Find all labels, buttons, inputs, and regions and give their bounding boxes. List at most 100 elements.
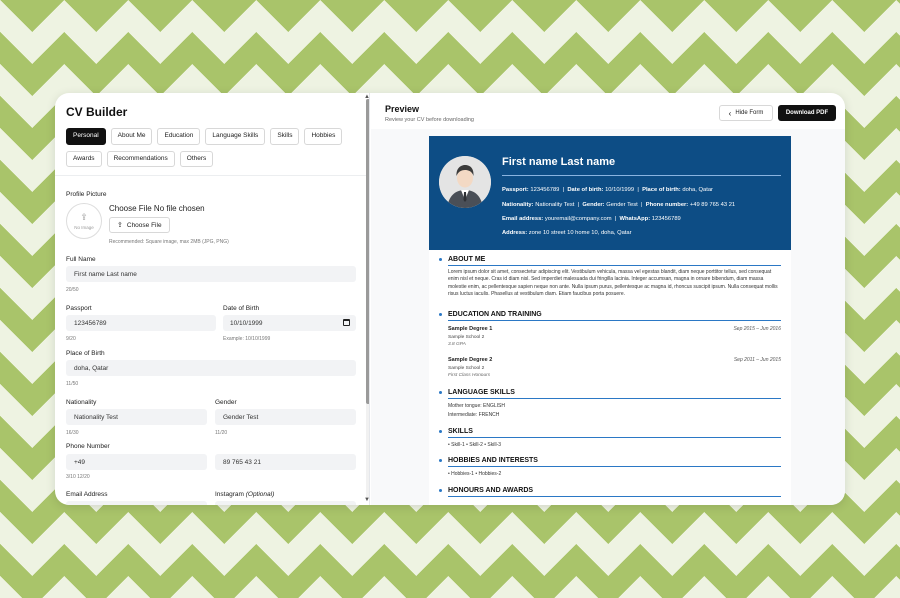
person-avatar-icon — [439, 156, 491, 208]
section-language-skills: LANGUAGE SKILLS Mother tongue: ENGLISH I… — [439, 389, 781, 420]
degree-school: Sample School 2 — [448, 335, 485, 340]
tab-personal[interactable]: Personal — [66, 128, 106, 145]
nationality-label: Nationality — [66, 399, 97, 406]
about-text: Lorem ipsum dolor sit amet, consectetur … — [448, 269, 778, 297]
resume-info-line-1: Passport: 123456789 | Date of birth: 10/… — [502, 187, 713, 193]
gender-input[interactable]: Gender Test — [215, 409, 356, 425]
email-input[interactable] — [66, 501, 207, 505]
scrollbar-thumb[interactable] — [366, 99, 369, 404]
resume-info-line-3: Email address: youremail@company.com | W… — [502, 216, 681, 222]
dob-input[interactable]: 10/10/1999 — [223, 315, 356, 331]
resume-info-line-2: Nationality: Nationality Test | Gender: … — [502, 202, 735, 208]
choose-file-label: Choose File — [126, 221, 162, 229]
degree-item: Sample Degree 1 Sep 2015 – Jun 2016 Samp… — [448, 326, 781, 357]
gender-key: Gender: — [582, 202, 605, 208]
address-key: Address: — [502, 230, 528, 236]
mother-tongue: Mother tongue: ENGLISH — [448, 403, 505, 409]
no-image-text: No Image — [74, 224, 94, 230]
gender-val: Gender Test — [606, 202, 638, 208]
nationality-input[interactable]: Nationality Test — [66, 409, 207, 425]
sep: | — [562, 187, 565, 193]
tab-language-skills[interactable]: Language Skills — [205, 128, 266, 145]
resume-name: First name Last name — [502, 156, 616, 168]
upload-icon: ⇪ — [80, 211, 88, 222]
bullet-icon — [439, 459, 442, 462]
tab-awards[interactable]: Awards — [66, 150, 102, 167]
file-input-status[interactable]: Choose File No file chosen — [109, 204, 205, 213]
resume-info-line-4: Address: zone 10 street 10 home 10, doha… — [502, 230, 632, 236]
preview-subtitle: Review your CV before downloading — [385, 117, 474, 123]
dob-hint: Example: 10/10/1999 — [223, 336, 271, 342]
email-val: youremail@company.com — [544, 216, 612, 222]
dob-value: 10/10/1999 — [230, 319, 263, 327]
upload-icon: ⇪ — [117, 222, 123, 229]
passport-input[interactable]: 123456789 — [66, 315, 216, 331]
phone-number-input[interactable]: 89 765 43 21 — [215, 454, 356, 470]
education-title: EDUCATION AND TRAINING — [448, 311, 542, 318]
sep: | — [640, 202, 643, 208]
bullet-icon — [439, 430, 442, 433]
pob-label: Place of Birth — [66, 350, 105, 357]
tab-recommendations[interactable]: Recommendations — [106, 150, 175, 167]
pob-val: doha, Qatar — [682, 187, 713, 193]
tab-hobbies[interactable]: Hobbies — [304, 128, 343, 145]
pob-input[interactable]: doha, Qatar — [66, 360, 356, 376]
passport-key: Passport: — [502, 187, 529, 193]
phone-code-input[interactable]: +49 — [66, 454, 207, 470]
phone-key: Phone number: — [645, 202, 689, 208]
divider — [55, 175, 366, 176]
hide-form-button[interactable]: ‹ Hide Form — [719, 105, 773, 121]
profile-picture-preview[interactable]: ⇪ No Image — [66, 203, 102, 239]
address-val: zone 10 street 10 home 10, doha, Qatar — [528, 230, 632, 236]
hide-form-label: Hide Form — [735, 110, 764, 116]
resume-page: First name Last name Passport: 123456789… — [429, 136, 791, 505]
cv-builder-window: CV Builder Personal About Me Education L… — [55, 93, 845, 505]
passport-label: Passport — [66, 305, 92, 312]
profile-avatar — [439, 156, 491, 208]
tab-education[interactable]: Education — [157, 128, 201, 145]
sep: | — [637, 187, 639, 193]
degree-grade: First Class Honours — [448, 373, 491, 378]
instagram-input[interactable] — [215, 501, 356, 505]
scroll-up-arrow-icon[interactable]: ▲ — [364, 94, 369, 100]
full-name-input[interactable]: First name Last name — [66, 266, 356, 282]
choose-file-button[interactable]: ⇪ Choose File — [109, 217, 170, 233]
dob-val: 10/10/1999 — [605, 187, 635, 193]
passport-count: 9/20 — [66, 336, 76, 342]
email-key: Email address: — [502, 216, 544, 222]
pob-count: 11/50 — [66, 381, 79, 387]
sep: | — [614, 216, 617, 222]
calendar-icon[interactable] — [343, 319, 350, 326]
skills-list: • Skill-1 • Skill-2 • Skill-3 — [448, 442, 502, 448]
instagram-label-text: Instagram — [215, 491, 244, 498]
phone-count: 3/10 12/20 — [66, 474, 90, 480]
tab-about-me[interactable]: About Me — [110, 128, 153, 145]
language-title: LANGUAGE SKILLS — [448, 389, 515, 396]
email-label: Email Address — [66, 491, 108, 498]
whatsapp-key: WhatsApp: — [619, 216, 651, 222]
section-honours: HONOURS AND AWARDS — [439, 487, 781, 497]
dob-key: Date of birth: — [567, 187, 604, 193]
full-name-label: Full Name — [66, 256, 96, 263]
degree-dates: Sep 2011 – Jun 2015 — [733, 357, 781, 363]
scroll-down-arrow-icon[interactable]: ▼ — [364, 497, 369, 503]
download-pdf-button[interactable]: Download PDF — [778, 105, 836, 121]
form-scrollbar[interactable] — [366, 99, 369, 499]
phone-label: Phone Number — [66, 443, 110, 450]
intermediate-language: Intermediate: FRENCH — [448, 412, 500, 418]
cv-builder-title: CV Builder — [66, 105, 128, 119]
chevron-left-icon: ‹ — [728, 108, 732, 118]
degree-dates: Sep 2015 – Jun 2016 — [733, 326, 781, 332]
about-title: ABOUT ME — [448, 256, 486, 263]
tab-others[interactable]: Others — [179, 150, 214, 167]
nationality-count: 16/30 — [66, 430, 79, 436]
bullet-icon — [439, 258, 442, 261]
bullet-icon — [439, 313, 442, 316]
section-tabs: Personal About Me Education Language Ski… — [66, 128, 356, 167]
passport-val: 123456789 — [530, 187, 560, 193]
gender-label: Gender — [215, 399, 237, 406]
full-name-count: 20/50 — [66, 287, 79, 293]
bullet-icon — [439, 391, 442, 394]
section-hobbies: HOBBIES AND INTERESTS • Hobbies-1 • Hobb… — [439, 457, 781, 479]
tab-skills[interactable]: Skills — [270, 128, 300, 145]
